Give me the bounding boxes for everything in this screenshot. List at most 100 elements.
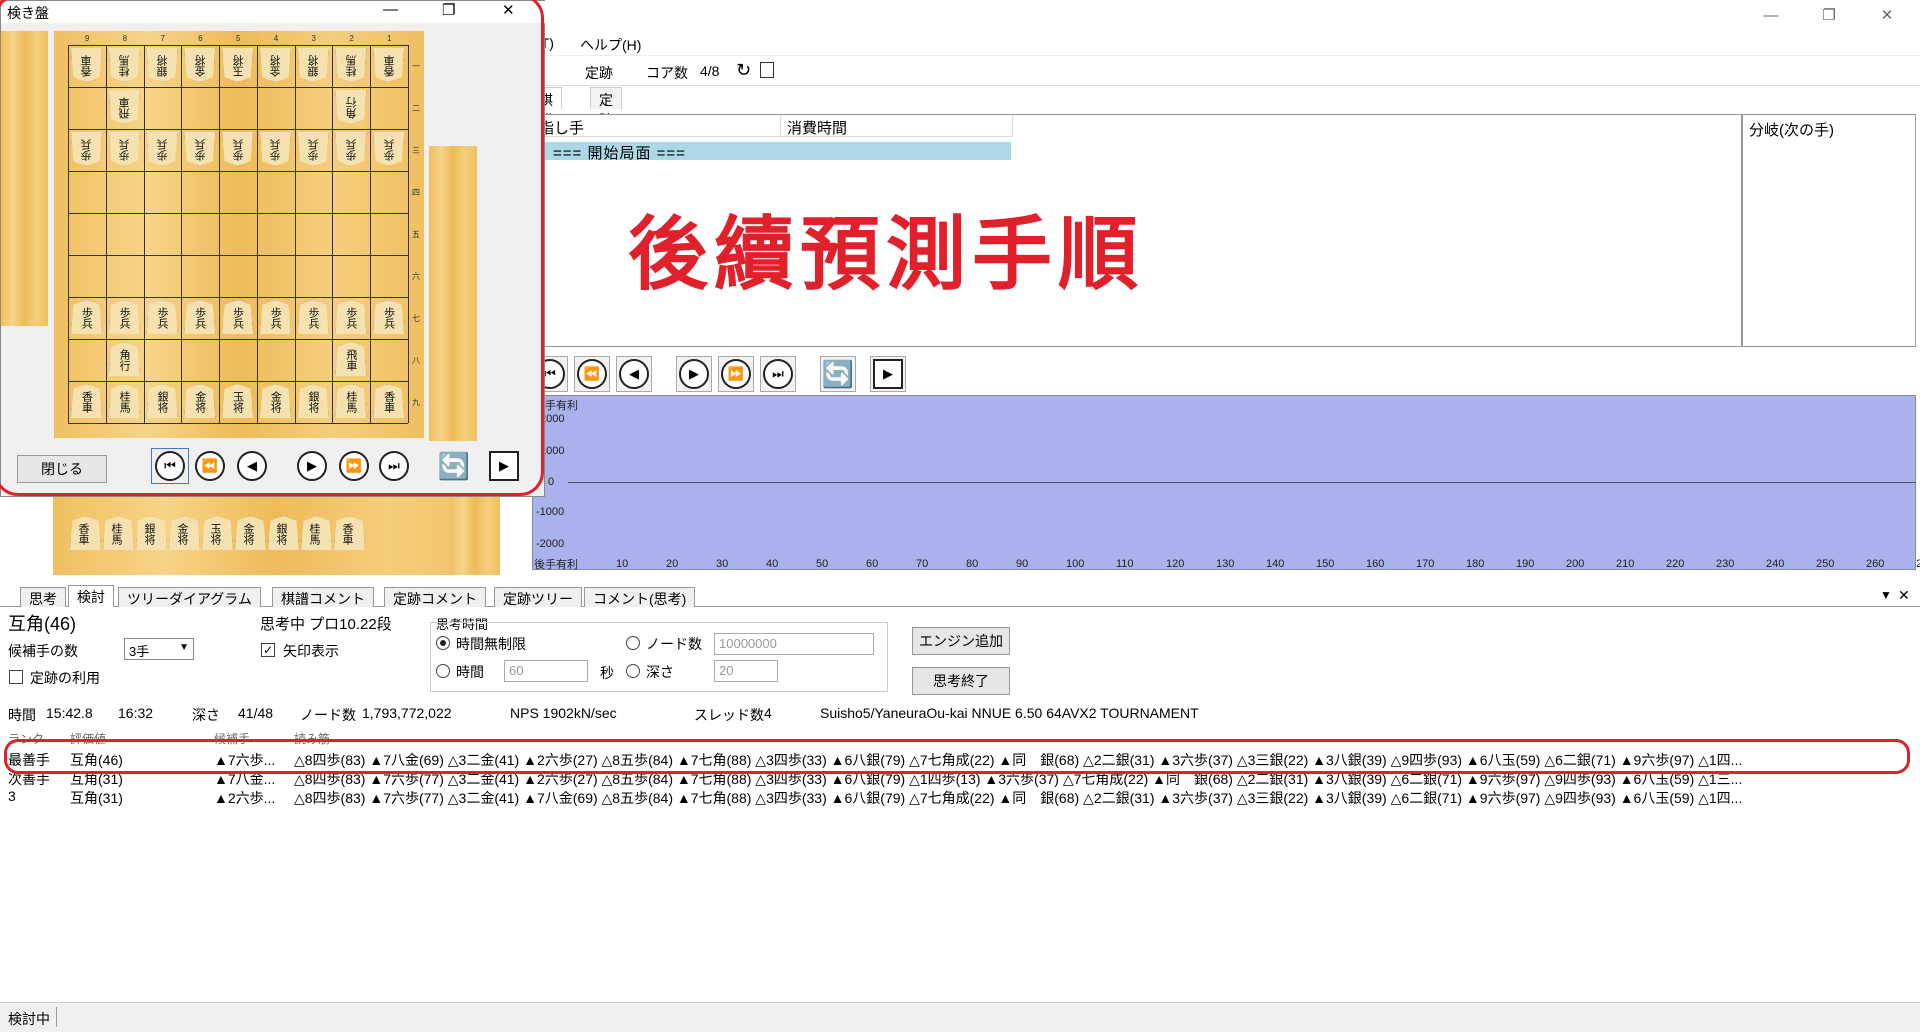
eval-title: 互角(46) xyxy=(8,614,77,634)
tab-thinking[interactable]: 思考 xyxy=(20,587,66,607)
nav-last-button[interactable]: ⏭ xyxy=(760,356,796,392)
piece-label: 歩兵 xyxy=(269,307,283,329)
graph-xtick: 60 xyxy=(866,558,879,570)
piece-label: 歩兵 xyxy=(193,307,207,329)
think-time-group xyxy=(430,622,888,692)
nav-back-button[interactable]: ◀ xyxy=(616,356,652,392)
graph-xtick: 210 xyxy=(1616,558,1635,570)
status-divider xyxy=(56,1007,57,1027)
tab-joseki-tree[interactable]: 定跡ツリー xyxy=(494,587,582,607)
show-arrows-checkbox[interactable]: ✓ xyxy=(261,643,275,657)
nav-forward-button[interactable]: ▶ xyxy=(676,356,712,392)
graph-xtick: 120 xyxy=(1166,558,1185,570)
show-arrows-label: 矢印表示 xyxy=(283,643,339,659)
kifu-start-row[interactable]: === 開始局面 === xyxy=(533,142,1011,162)
piece-label: 歩兵 xyxy=(344,139,358,161)
graph-xtick: 2 xyxy=(1916,558,1920,570)
col-move-header[interactable]: 指し手 xyxy=(533,115,781,137)
bg-piece: 桂馬 xyxy=(298,513,332,555)
piece-label: 歩兵 xyxy=(231,307,245,329)
piece-label: 桂馬 xyxy=(344,391,358,413)
nav-back-many-button[interactable]: ⏪ xyxy=(574,356,610,392)
stop-thinking-button[interactable]: 思考終了 xyxy=(912,667,1010,695)
graph-xtick: 40 xyxy=(766,558,779,570)
graph-xtick: 240 xyxy=(1766,558,1785,570)
bg-piece: 香車 xyxy=(67,513,101,555)
use-joseki-checkbox[interactable] xyxy=(9,670,23,684)
dropdown-icon[interactable]: ▼ xyxy=(1880,588,1892,602)
graph-xtick: 30 xyxy=(716,558,729,570)
piece-label: 玉将 xyxy=(209,523,222,545)
joseki-button[interactable]: 定跡 xyxy=(585,63,613,83)
graph-xtick: 80 xyxy=(966,558,979,570)
graph-zero-axis xyxy=(568,482,1916,483)
minimize-button[interactable]: — xyxy=(1742,0,1800,30)
engine-name: Suisho5/YaneuraOu-kai NNUE 6.50 64AVX2 T… xyxy=(820,705,1199,721)
graph-ytick: -2000 xyxy=(536,538,565,550)
graph-bottom-label: 後手有利 xyxy=(534,559,578,571)
piece-label: 金将 xyxy=(269,55,283,77)
close-button[interactable]: ✕ xyxy=(1858,0,1916,30)
menu-item-help[interactable]: ヘルプ(H) xyxy=(580,35,641,55)
piece-label: 銀将 xyxy=(155,391,169,413)
elapsed-time: 15:42.8 xyxy=(46,705,93,721)
tab-tree-diagram[interactable]: ツリーダイアグラム xyxy=(118,587,261,607)
piece-label: 金将 xyxy=(242,523,255,545)
nps: NPS 1902kN/sec xyxy=(510,705,617,721)
square-toggle-icon[interactable] xyxy=(760,62,774,78)
piece-label: 歩兵 xyxy=(118,139,132,161)
last-icon: ⏭ xyxy=(763,359,793,389)
tab-joseki-comment[interactable]: 定跡コメント xyxy=(384,587,486,607)
graph-xtick: 110 xyxy=(1116,558,1134,570)
time-label: 時間 xyxy=(8,707,36,723)
close-panel-icon[interactable]: ✕ xyxy=(1898,587,1910,604)
piece-label: 歩兵 xyxy=(118,307,132,329)
kifu-header: 指し手 消費時間 xyxy=(533,115,1013,137)
thinking-level: 思考中 プロ10.22段 xyxy=(260,616,392,633)
col-time-header[interactable]: 消費時間 xyxy=(781,115,1013,137)
branch-panel[interactable]: 分岐(次の手) xyxy=(1742,114,1916,347)
bg-piece: 銀将 xyxy=(133,513,167,555)
pv-row[interactable]: 3 互角(31) ▲2六歩... △8四歩(83) ▲7六歩(77) △3二金(… xyxy=(0,788,1920,806)
graph-xtick: 220 xyxy=(1666,558,1685,570)
engine-stats: 時間 15:42.8 16:32 深さ 41/48 ノード数 1,793,772… xyxy=(0,705,1920,723)
forward-icon: ▶ xyxy=(679,359,709,389)
restore-button[interactable]: ❐ xyxy=(1800,0,1858,30)
tab-analysis[interactable]: 検討 xyxy=(68,585,114,607)
candidates-label: 候補手の数 xyxy=(8,643,78,659)
piece-label: 歩兵 xyxy=(80,307,94,329)
piece-label: 金将 xyxy=(193,391,207,413)
status-bar: 検討中 xyxy=(0,1002,1920,1032)
graph-xtick: 20 xyxy=(666,558,679,570)
rewind-icon: ⏪ xyxy=(577,359,607,389)
tab-kifu-comment[interactable]: 棋譜コメント xyxy=(272,587,374,607)
depth-label: 深さ xyxy=(192,707,220,723)
rotate-board-button[interactable]: 🔄 xyxy=(820,356,856,392)
refresh-icon[interactable]: ↻ xyxy=(736,60,751,81)
add-engine-button[interactable]: エンジン追加 xyxy=(912,627,1010,655)
tab-comment-thinking[interactable]: コメント(思考) xyxy=(584,587,696,607)
branch-title: 分岐(次の手) xyxy=(1749,122,1834,139)
graph-xtick: 250 xyxy=(1816,558,1835,570)
fast-forward-icon: ⏩ xyxy=(721,359,751,389)
piece-label: 歩兵 xyxy=(269,139,283,161)
graph-xtick: 150 xyxy=(1316,558,1335,570)
piece-label: 歩兵 xyxy=(155,307,169,329)
chevron-down-icon: ▼ xyxy=(179,642,189,653)
piece-label: 玉将 xyxy=(231,391,245,413)
piece-label: 金将 xyxy=(269,391,283,413)
piece-label: 歩兵 xyxy=(382,307,396,329)
play-button[interactable]: ▶ xyxy=(870,356,906,392)
graph-xtick: 140 xyxy=(1266,558,1285,570)
bg-piece: 金将 xyxy=(232,513,266,555)
graph-xtick: 230 xyxy=(1716,558,1735,570)
piece-label: 銀将 xyxy=(275,523,288,545)
piece-label: 角行 xyxy=(344,97,358,119)
nav-forward-many-button[interactable]: ⏩ xyxy=(718,356,754,392)
tab-joseki[interactable]: 定跡 xyxy=(590,87,622,128)
piece-label: 歩兵 xyxy=(155,139,169,161)
play-icon: ▶ xyxy=(873,359,903,389)
bg-piece: 金将 xyxy=(166,513,200,555)
graph-xtick: 200 xyxy=(1566,558,1585,570)
candidates-select[interactable]: 3手 ▼ xyxy=(124,638,194,660)
